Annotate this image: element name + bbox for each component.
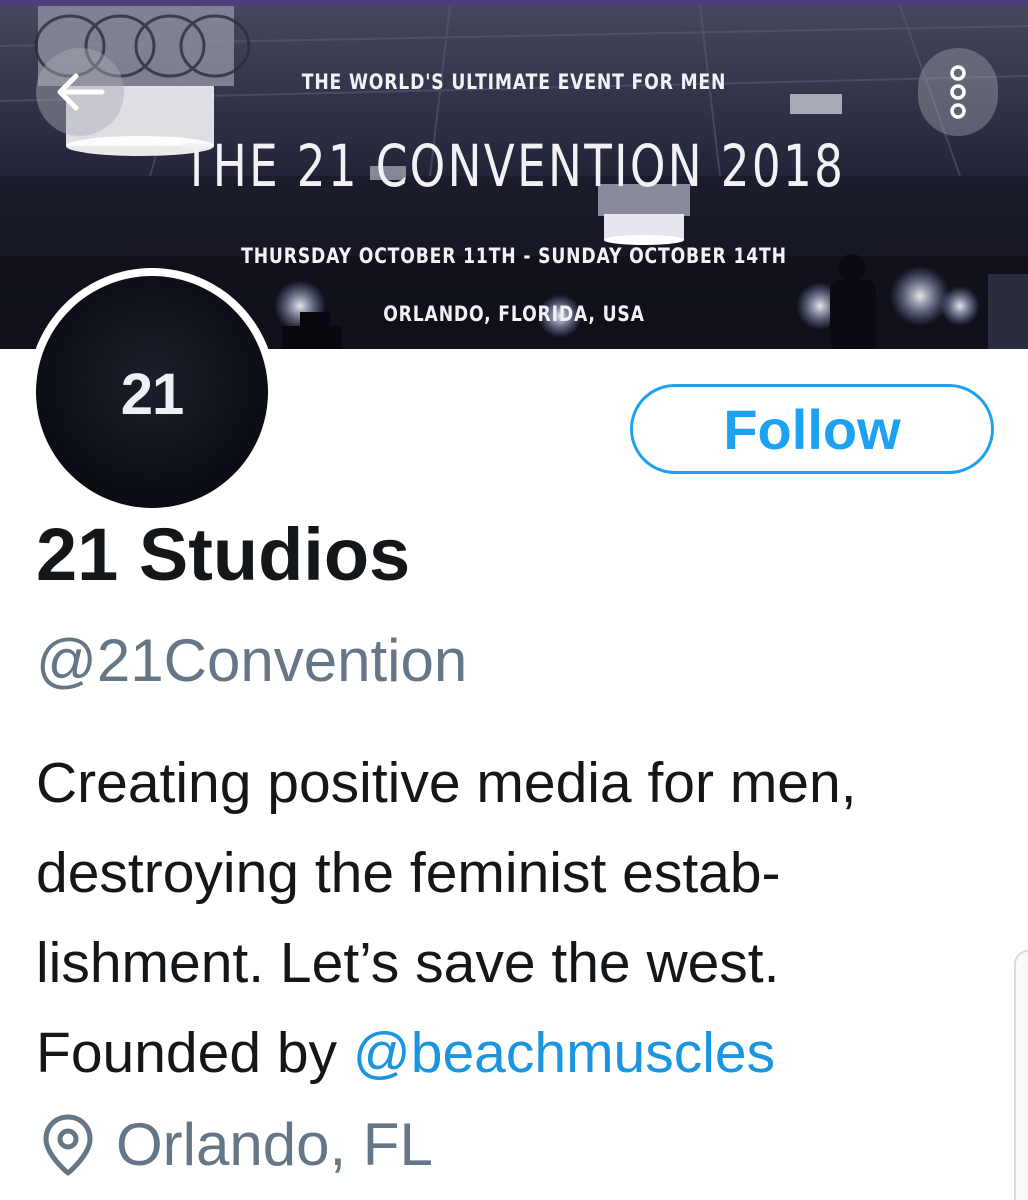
bio-line: destroying the feminist estab-: [36, 841, 781, 905]
profile-location: Orlando, FL: [40, 1110, 433, 1179]
profile-page: THE WORLD'S ULTIMATE EVENT FOR MEN THE 2…: [0, 0, 1028, 1200]
back-button[interactable]: [36, 48, 124, 136]
avatar[interactable]: 21: [28, 268, 276, 516]
banner-dates: THURSDAY OCTOBER 11TH - SUNDAY OCTOBER 1…: [241, 244, 787, 268]
bio-line: lishment. Let’s save the west.: [36, 931, 780, 995]
arrow-left-icon: [57, 73, 105, 111]
bio-founded-text: Founded by: [36, 1021, 353, 1085]
follow-button[interactable]: Follow: [630, 384, 994, 474]
avatar-text: 21: [120, 361, 185, 427]
scrollbar[interactable]: [1014, 950, 1028, 1200]
display-name: 21 Studios: [36, 513, 411, 596]
location-text: Orlando, FL: [116, 1111, 433, 1178]
bio-line-founded: Founded by @beachmuscles: [36, 1008, 1016, 1098]
banner-tagline: THE WORLD'S ULTIMATE EVENT FOR MEN: [301, 70, 727, 94]
avatar-image: 21: [36, 276, 268, 508]
profile-bio: Creating positive media for men, destroy…: [36, 738, 1016, 1098]
user-handle: @21Convention: [36, 627, 468, 694]
mention-link[interactable]: @beachmuscles: [353, 1021, 775, 1085]
banner-title: THE 21 CONVENTION 2018: [182, 132, 846, 200]
more-options-button[interactable]: [918, 48, 998, 136]
bio-line: Creating positive media for men,: [36, 751, 857, 815]
more-vertical-icon: [950, 65, 966, 119]
map-pin-icon: [40, 1113, 96, 1177]
